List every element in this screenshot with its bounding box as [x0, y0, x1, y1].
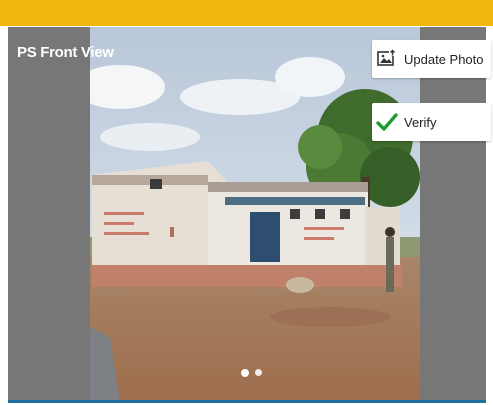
ps-front-view-photo[interactable]	[90, 27, 420, 403]
verify-label: Verify	[404, 114, 437, 130]
photo-title: PS Front View	[17, 44, 114, 61]
photo-upload-icon	[376, 48, 398, 70]
update-photo-button[interactable]: Update Photo	[372, 40, 491, 78]
card-bottom-border	[8, 400, 486, 403]
photo-card-left-panel	[8, 27, 90, 403]
photo-card-right-panel	[420, 27, 486, 403]
photo-illustration	[90, 27, 420, 403]
checkmark-icon	[376, 111, 398, 133]
carousel-dot[interactable]	[255, 369, 262, 376]
update-photo-label: Update Photo	[404, 51, 484, 67]
top-app-bar	[0, 0, 493, 26]
carousel-indicator	[241, 369, 262, 377]
verify-button[interactable]: Verify	[372, 103, 491, 141]
carousel-dot-active[interactable]	[241, 369, 249, 377]
